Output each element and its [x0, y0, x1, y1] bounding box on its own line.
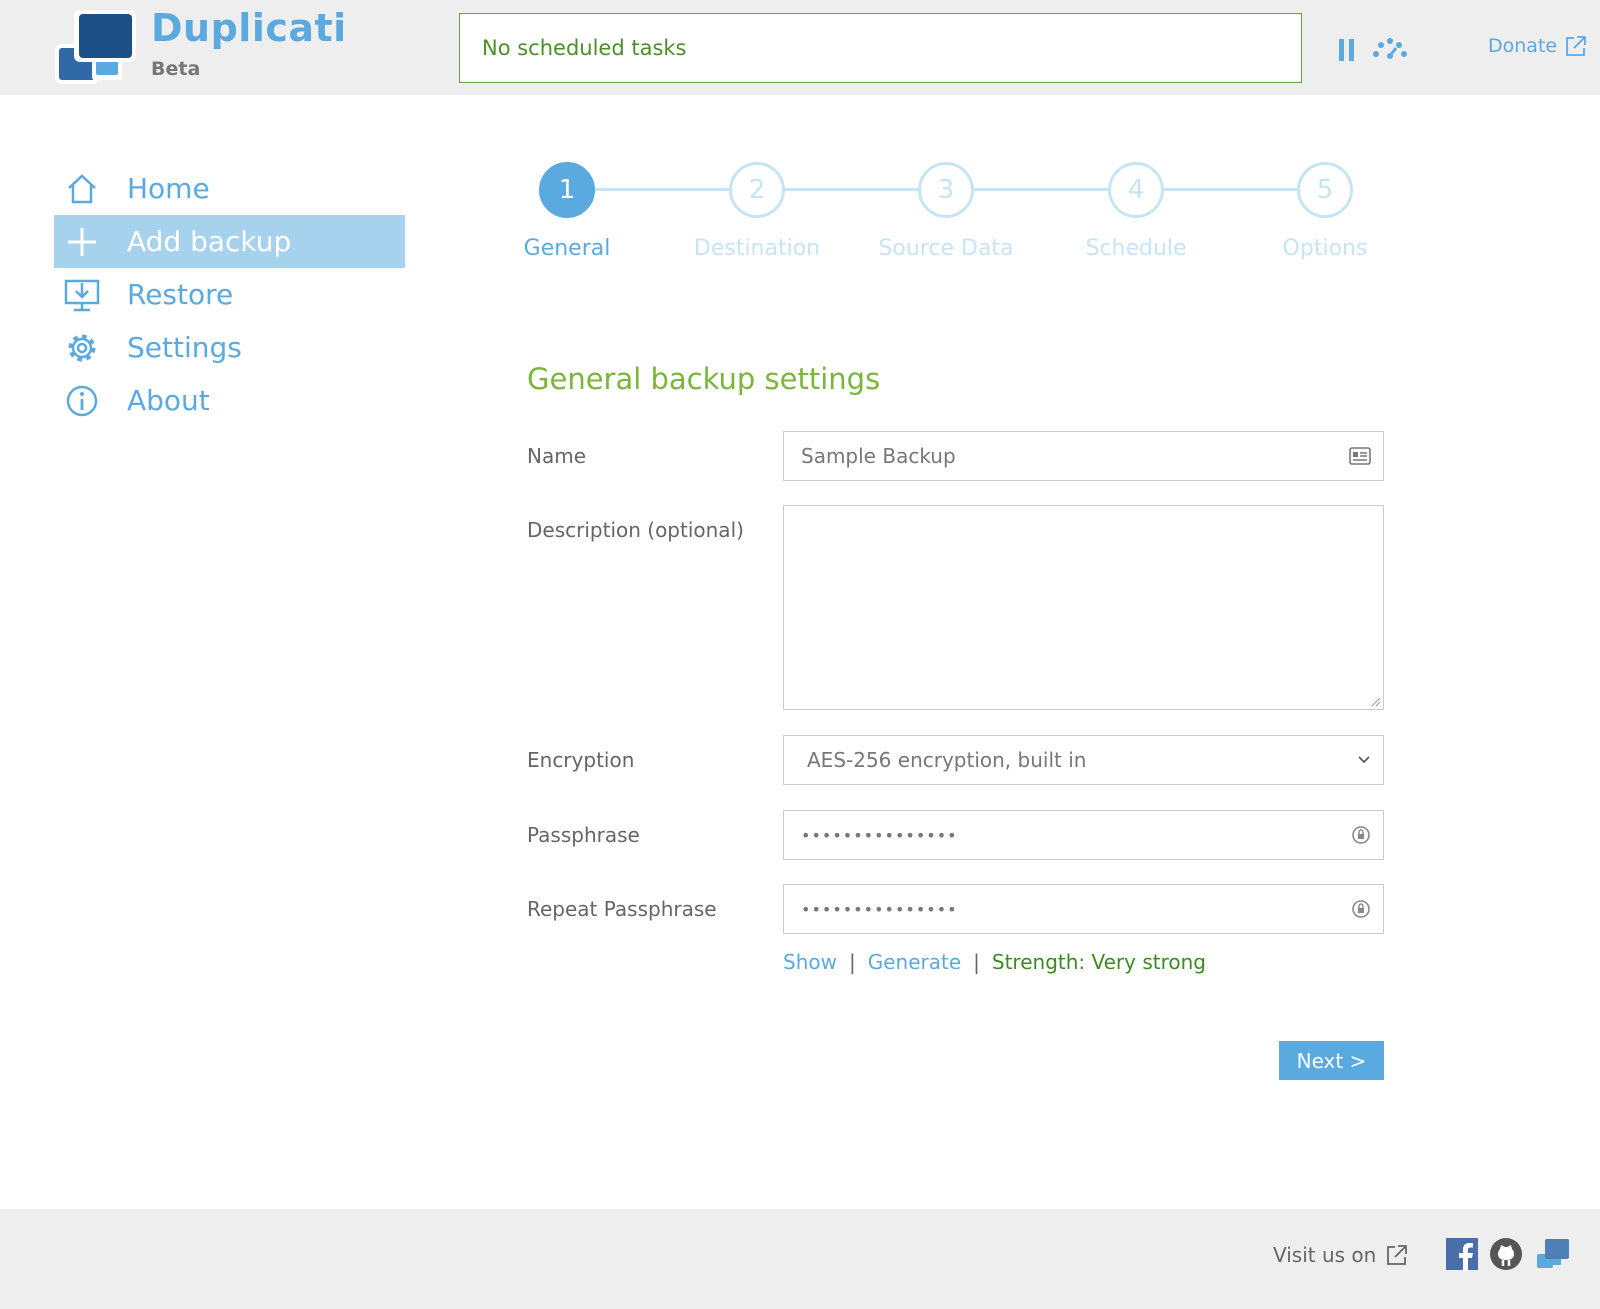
repeat-passphrase-value: ••••••••••••••• — [801, 899, 958, 919]
step-2-label[interactable]: Destination — [667, 236, 847, 261]
facebook-icon[interactable] — [1445, 1237, 1479, 1271]
chevron-down-icon — [1358, 756, 1370, 764]
step-1-circle[interactable]: 1 — [539, 162, 595, 218]
status-box: No scheduled tasks — [459, 13, 1302, 83]
step-1-label[interactable]: General — [477, 236, 657, 261]
app-title: Duplicati — [151, 6, 347, 50]
name-label: Name — [527, 444, 587, 468]
step-connector — [595, 188, 730, 191]
duplicati-forum-icon[interactable] — [1536, 1237, 1570, 1271]
duplicati-logo-icon[interactable] — [52, 8, 142, 86]
external-link-icon — [1387, 1245, 1408, 1265]
password-key-icon[interactable] — [1351, 898, 1371, 920]
step-2-circle[interactable]: 2 — [729, 162, 785, 218]
step-5-circle[interactable]: 5 — [1297, 162, 1353, 218]
info-icon — [64, 383, 100, 419]
app-edition: Beta — [151, 58, 201, 80]
repeat-passphrase-input[interactable]: ••••••••••••••• — [783, 884, 1384, 934]
resize-grip-icon[interactable] — [1371, 697, 1381, 707]
status-text: No scheduled tasks — [482, 36, 687, 60]
passphrase-value: ••••••••••••••• — [801, 825, 958, 845]
donate-label: Donate — [1488, 35, 1558, 57]
visit-label: Visit us on — [1273, 1243, 1377, 1267]
description-label: Description (optional) — [527, 518, 744, 542]
name-value: Sample Backup — [801, 444, 956, 468]
show-passphrase-link[interactable]: Show — [783, 950, 837, 974]
sidebar-item-label: Add backup — [127, 225, 292, 258]
step-5-label[interactable]: Options — [1235, 236, 1415, 261]
separator: | — [848, 950, 856, 974]
generate-passphrase-link[interactable]: Generate — [868, 950, 961, 974]
sidebar-item-settings[interactable]: Settings — [54, 321, 405, 374]
step-4-label[interactable]: Schedule — [1046, 236, 1226, 261]
step-connector — [1164, 188, 1299, 191]
visit-us-link[interactable]: Visit us on — [1273, 1243, 1408, 1267]
step-4-circle[interactable]: 4 — [1108, 162, 1164, 218]
name-input[interactable]: Sample Backup — [783, 431, 1384, 481]
password-key-icon[interactable] — [1351, 824, 1371, 846]
separator: | — [973, 950, 980, 974]
restore-icon — [64, 277, 100, 313]
next-button[interactable]: Next > — [1279, 1041, 1384, 1080]
sidebar-item-label: Restore — [127, 278, 234, 311]
encryption-label: Encryption — [527, 748, 635, 772]
repeat-passphrase-label: Repeat Passphrase — [527, 897, 717, 921]
github-icon[interactable] — [1489, 1237, 1523, 1271]
step-connector — [974, 188, 1109, 191]
sidebar-item-restore[interactable]: Restore — [54, 268, 405, 321]
gear-icon — [64, 330, 100, 366]
passphrase-strength: Strength: Very strong — [991, 950, 1207, 974]
section-title: General backup settings — [527, 362, 881, 396]
throttle-icon[interactable] — [1371, 36, 1409, 62]
sidebar-item-about[interactable]: About — [54, 374, 405, 427]
external-link-icon — [1566, 36, 1586, 56]
passphrase-actions: Show | Generate | Strength: Very strong — [783, 950, 1206, 974]
pause-icon[interactable] — [1338, 38, 1356, 62]
contact-card-icon — [1349, 447, 1371, 465]
encryption-select[interactable]: AES-256 encryption, built in — [783, 735, 1384, 785]
sidebar-item-home[interactable]: Home — [54, 162, 405, 215]
home-icon — [64, 171, 100, 207]
sidebar-item-label: Home — [127, 172, 210, 205]
description-textarea[interactable] — [783, 505, 1384, 710]
sidebar-nav: Home Add backup Restore Settings About — [54, 162, 405, 427]
step-3-circle[interactable]: 3 — [918, 162, 974, 218]
sidebar-item-label: About — [127, 384, 210, 417]
passphrase-label: Passphrase — [527, 823, 640, 847]
step-connector — [785, 188, 920, 191]
sidebar-item-add-backup[interactable]: Add backup — [54, 215, 405, 268]
plus-icon — [64, 224, 100, 260]
step-3-label[interactable]: Source Data — [856, 236, 1036, 261]
sidebar-item-label: Settings — [127, 331, 242, 364]
encryption-value: AES-256 encryption, built in — [807, 748, 1087, 772]
passphrase-input[interactable]: ••••••••••••••• — [783, 810, 1384, 860]
donate-link[interactable]: Donate — [1488, 35, 1587, 57]
